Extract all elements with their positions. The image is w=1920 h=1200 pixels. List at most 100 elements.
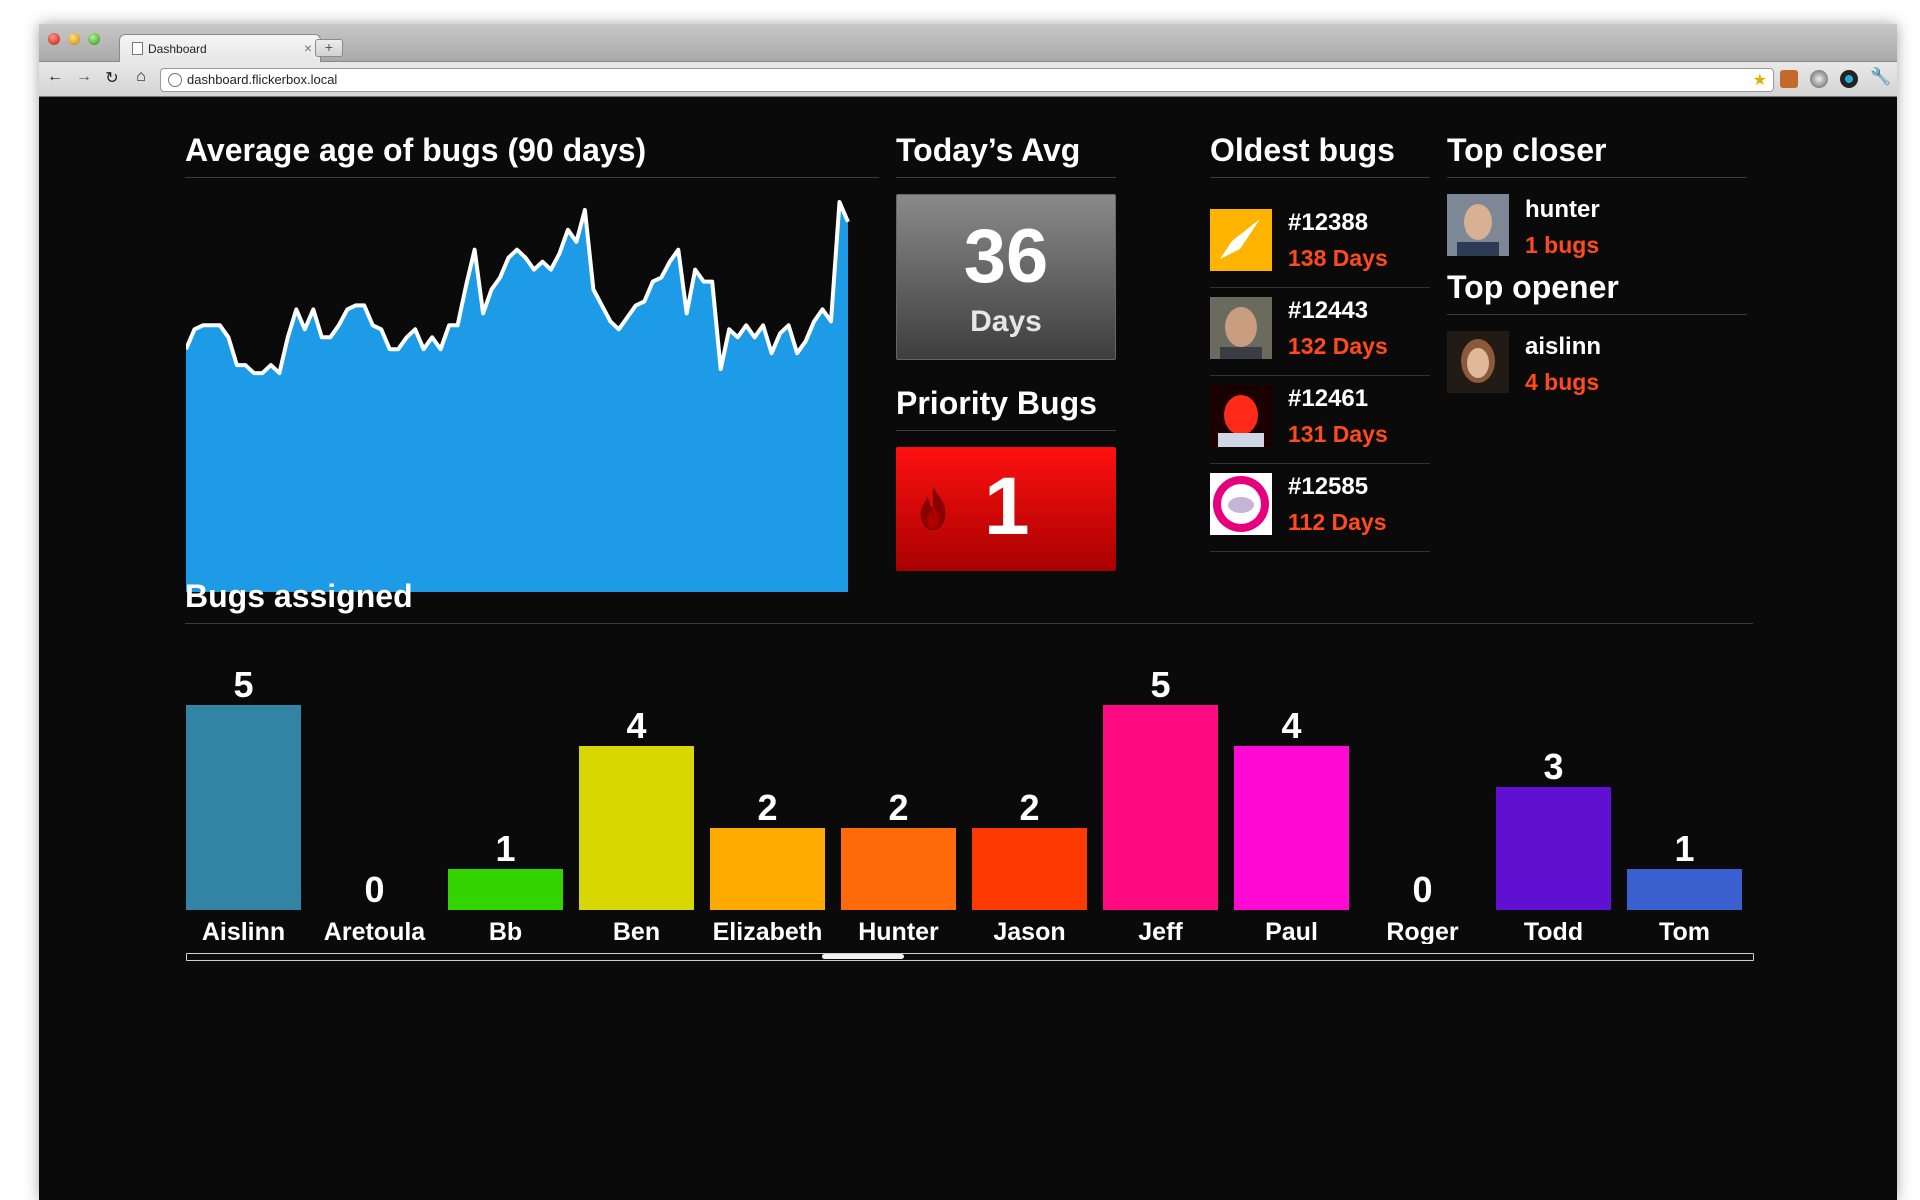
- bar-category-label: Roger: [1386, 918, 1459, 944]
- bug-id: #12443: [1288, 297, 1369, 324]
- bar-category-label: Aislinn: [202, 918, 285, 944]
- avatar-thumbnail: [1210, 297, 1272, 359]
- bugs-assigned-chart: 5 Aislinn 0 Aretoula 1 Bb 4 Ben 2 Elizabeth 2 Hunte…: [186, 664, 1742, 944]
- bar-value-label: 4: [626, 705, 646, 746]
- star-icon[interactable]: ★: [1753, 70, 1767, 90]
- top-opener-count: 4 bugs: [1525, 369, 1600, 395]
- top-opener-name: aislinn: [1525, 333, 1602, 360]
- document-icon: [132, 42, 143, 55]
- priority-value: 1: [984, 461, 1030, 552]
- extension-icon[interactable]: [1840, 70, 1858, 88]
- bar-category-label: Aretoula: [324, 918, 427, 944]
- bar-category-label: Bb: [489, 918, 522, 944]
- avatar-thumbnail: [1210, 385, 1272, 447]
- divider: [1210, 177, 1430, 178]
- address-bar[interactable]: dashboard.flickerbox.local ★: [160, 68, 1774, 92]
- reload-icon[interactable]: ↻: [102, 68, 122, 88]
- bar-value-label: 0: [1412, 869, 1432, 910]
- top-closer-title: Top closer: [1447, 132, 1607, 168]
- bug-id: #12461: [1288, 385, 1369, 412]
- priority-title: Priority Bugs: [896, 385, 1097, 421]
- bar-value-label: 3: [1543, 746, 1563, 787]
- bugs-assigned-title: Bugs assigned: [185, 578, 413, 614]
- maximize-window-button[interactable]: [88, 33, 100, 45]
- todays-avg-unit: Days: [970, 305, 1042, 338]
- oldest-bug-item[interactable]: #12461 131 Days: [1210, 375, 1430, 464]
- bug-age: 132 Days: [1288, 333, 1388, 359]
- top-closer-name: hunter: [1525, 196, 1600, 223]
- avg-age-title: Average age of bugs (90 days): [185, 132, 647, 168]
- extension-icon[interactable]: [1780, 70, 1798, 88]
- oldest-bug-item[interactable]: #12585 112 Days: [1210, 463, 1430, 552]
- scrollbar-thumb[interactable]: [822, 954, 904, 959]
- bug-age: 138 Days: [1288, 245, 1388, 271]
- oldest-bug-item[interactable]: #12443 132 Days: [1210, 287, 1430, 376]
- bar: [579, 746, 694, 910]
- bar-category-label: Todd: [1524, 918, 1583, 944]
- oldest-bugs-title: Oldest bugs: [1210, 132, 1395, 168]
- tab-strip: Dashboard × +: [39, 24, 1897, 63]
- bar-value-label: 2: [888, 787, 908, 828]
- globe-icon: [168, 73, 182, 87]
- bar: [841, 828, 956, 910]
- bar: [448, 869, 563, 910]
- url-text[interactable]: dashboard.flickerbox.local: [187, 72, 337, 87]
- home-icon[interactable]: ⌂: [131, 68, 151, 86]
- divider: [1447, 177, 1747, 178]
- bar-value-label: 4: [1281, 705, 1301, 746]
- minimize-window-button[interactable]: [68, 33, 80, 45]
- bar-category-label: Tom: [1659, 918, 1710, 944]
- bar-value-label: 5: [1150, 664, 1170, 705]
- bar-category-label: Ben: [613, 918, 660, 944]
- divider: [185, 623, 1753, 624]
- avatar: [1447, 194, 1509, 256]
- bar-category-label: Elizabeth: [713, 918, 823, 944]
- bar: [710, 828, 825, 910]
- gear-icon[interactable]: [1810, 70, 1828, 88]
- avatar: [1447, 331, 1509, 393]
- bug-age: 131 Days: [1288, 421, 1388, 447]
- priority-card: 1: [896, 447, 1116, 571]
- wrench-icon[interactable]: 🔧: [1870, 67, 1891, 87]
- bug-age: 112 Days: [1288, 509, 1387, 535]
- bug-id: #12585: [1288, 473, 1369, 500]
- avatar-thumbnail: [1210, 473, 1272, 535]
- top-opener: aislinn 4 bugs: [1447, 331, 1747, 401]
- divider: [185, 177, 879, 178]
- avg-age-chart: [186, 200, 850, 592]
- bug-id: #12388: [1288, 209, 1369, 236]
- todays-avg-card: 36 Days: [896, 194, 1116, 360]
- browser-toolbar: ← → ↻ ⌂ dashboard.flickerbox.local ★ 🔧: [39, 62, 1897, 97]
- forward-icon[interactable]: →: [74, 68, 94, 86]
- bar-value-label: 5: [233, 664, 253, 705]
- divider: [1447, 314, 1747, 315]
- bar-category-label: Jeff: [1138, 918, 1183, 944]
- todays-avg-title: Today’s Avg: [896, 132, 1081, 168]
- tab-title: Dashboard: [148, 42, 207, 56]
- bar-category-label: Hunter: [858, 918, 939, 944]
- bar: [1496, 787, 1611, 910]
- top-closer-count: 1 bugs: [1525, 232, 1600, 258]
- bar: [1234, 746, 1349, 910]
- top-opener-title: Top opener: [1447, 269, 1619, 305]
- bar: [972, 828, 1087, 910]
- rocket-thumbnail: [1210, 209, 1272, 271]
- top-closer: hunter 1 bugs: [1447, 194, 1747, 264]
- oldest-bug-item[interactable]: #12388 138 Days: [1210, 199, 1430, 288]
- bar: [186, 705, 301, 910]
- bar-value-label: 2: [1019, 787, 1039, 828]
- back-icon[interactable]: ←: [45, 68, 65, 86]
- close-window-button[interactable]: [48, 33, 60, 45]
- horizontal-scrollbar[interactable]: [186, 953, 1754, 961]
- divider: [896, 430, 1116, 431]
- bar-category-label: Jason: [993, 918, 1065, 944]
- todays-avg-value: 36: [963, 214, 1049, 299]
- new-tab-button[interactable]: +: [315, 39, 343, 57]
- area-fill: [186, 202, 848, 592]
- bar-value-label: 0: [364, 869, 384, 910]
- browser-window: Dashboard × + ← → ↻ ⌂ dashboard.flickerb…: [39, 24, 1897, 1200]
- tab-dashboard[interactable]: Dashboard ×: [119, 34, 321, 63]
- tab-close-icon[interactable]: ×: [304, 40, 312, 56]
- bar-value-label: 2: [757, 787, 777, 828]
- bar-value-label: 1: [1674, 828, 1694, 869]
